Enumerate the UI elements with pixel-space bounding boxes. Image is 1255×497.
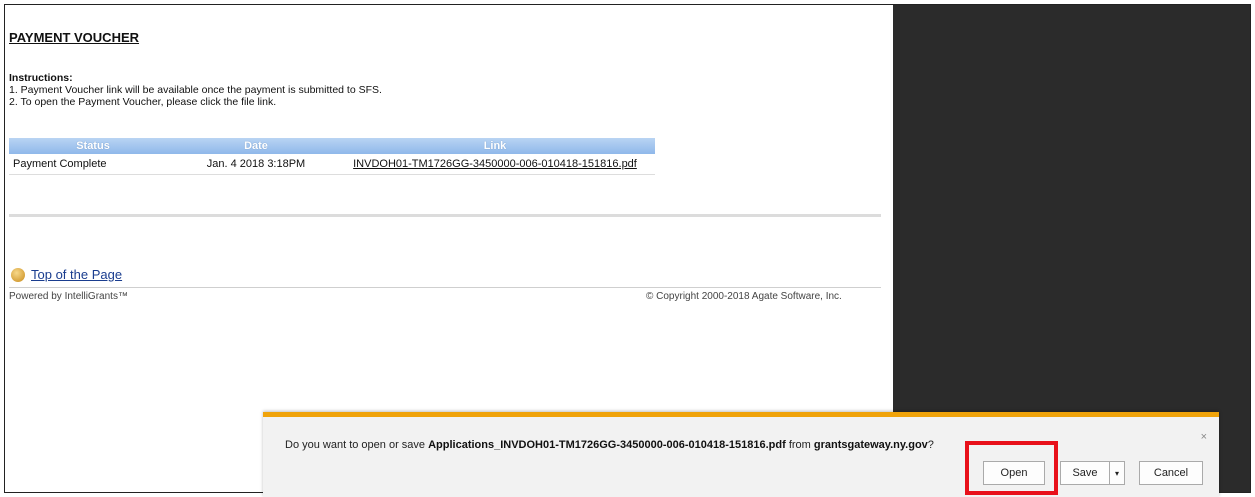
prompt-suffix: ?	[927, 439, 934, 451]
table-row: Payment Complete Jan. 4 2018 3:18PM INVD…	[9, 154, 655, 175]
chevron-down-icon[interactable]: ▾	[1109, 461, 1125, 485]
column-header-status: Status	[9, 138, 177, 154]
orange-circle-icon	[11, 267, 25, 282]
download-filename: Applications_INVDOH01-TM1726GG-3450000-0…	[428, 439, 786, 451]
table-header-row: Status Date Link	[9, 138, 655, 154]
instructions-title: Instructions:	[9, 72, 73, 84]
column-header-date: Date	[177, 138, 335, 154]
save-button[interactable]: Save	[1060, 461, 1110, 485]
download-prompt: Do you want to open or save Applications…	[285, 439, 934, 451]
cell-date: Jan. 4 2018 3:18PM	[177, 154, 335, 175]
open-button[interactable]: Open	[983, 461, 1045, 485]
instruction-1: 1. Payment Voucher link will be availabl…	[9, 84, 382, 96]
copyright: © Copyright 2000-2018 Agate Software, In…	[646, 291, 842, 302]
prompt-prefix: Do you want to open or save	[285, 439, 429, 451]
cell-link: INVDOH01-TM1726GG-3450000-006-010418-151…	[335, 154, 655, 175]
instruction-2: 2. To open the Payment Voucher, please c…	[9, 96, 277, 108]
top-of-page-label: Top of the Page	[31, 267, 123, 282]
cell-status: Payment Complete	[9, 154, 177, 175]
footer-divider	[9, 287, 881, 288]
download-source: grantsgateway.ny.gov	[813, 439, 928, 451]
download-notification-bar: Do you want to open or save Applications…	[263, 412, 1219, 497]
top-of-page-link[interactable]: Top of the Page	[11, 267, 122, 282]
cancel-button[interactable]: Cancel	[1139, 461, 1203, 485]
voucher-file-link[interactable]: INVDOH01-TM1726GG-3450000-006-010418-151…	[353, 158, 637, 170]
payment-voucher-table: Status Date Link Payment Complete Jan. 4…	[9, 138, 655, 175]
page-title: PAYMENT VOUCHER	[9, 30, 140, 45]
prompt-middle: from	[785, 439, 814, 451]
instructions: Instructions: 1. Payment Voucher link wi…	[9, 72, 382, 108]
column-header-link: Link	[335, 138, 655, 154]
section-divider	[9, 214, 881, 217]
powered-by: Powered by IntelliGrants™	[9, 291, 128, 302]
close-icon[interactable]: ×	[1201, 431, 1207, 443]
